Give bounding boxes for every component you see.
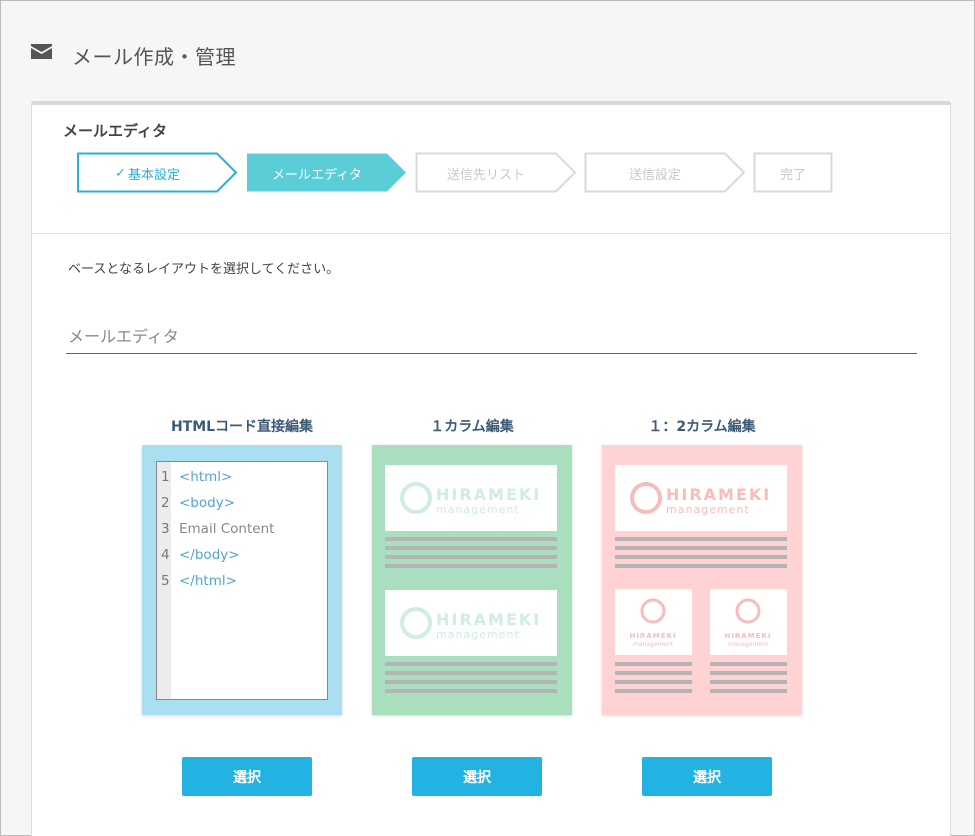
page-title: メール作成・管理: [72, 45, 236, 69]
hirameki-logo: HIRAMEKI management: [385, 465, 557, 531]
step-send-settings-label: 送信設定: [628, 167, 681, 183]
step-recipient-list-label: 送信先リスト: [446, 167, 525, 183]
select-button-one-column[interactable]: 選択: [412, 757, 542, 796]
section-title: メールエディタ: [68, 327, 179, 346]
svg-text:HIRAMEKI: HIRAMEKI: [666, 485, 771, 504]
layout-thumb-html[interactable]: 1 <html> 2 <body> 3 Email Content 4 </body> …: [142, 445, 342, 715]
code-line: 5 </html>: [161, 573, 237, 589]
hirameki-logo-small: HIRAMEKI management: [615, 589, 692, 655]
select-button-html[interactable]: 選択: [182, 757, 312, 796]
layout-label-one-column: １カラム編集: [430, 419, 514, 435]
check-icon: ✓: [115, 165, 126, 181]
mail-icon: [31, 44, 52, 59]
step-basic-settings-label: ✓ 基本設定: [115, 165, 180, 183]
page-header: メール作成・管理: [1, 1, 975, 101]
svg-text:management: management: [666, 503, 750, 516]
editor-card: メールエディタ ✓ 基本設定 メールエディタ 送信先リスト 送信設定 完了 ベー…: [31, 101, 951, 836]
card-divider: [32, 233, 950, 234]
step-mail-editor-label: メールエディタ: [271, 167, 363, 183]
svg-text:management: management: [633, 641, 674, 648]
svg-text:HIRAMEKI: HIRAMEKI: [629, 632, 676, 640]
instruction-text: ベースとなるレイアウトを選択してください。: [68, 262, 340, 277]
svg-text:HIRAMEKI: HIRAMEKI: [436, 485, 541, 504]
svg-text:management: management: [436, 628, 520, 641]
layout-thumb-one-two-column[interactable]: HIRAMEKI management HIRAMEKI management …: [602, 445, 802, 715]
svg-text:HIRAMEKI: HIRAMEKI: [436, 610, 541, 629]
code-line: 1 <html>: [161, 469, 233, 485]
code-line: 4 </body>: [161, 547, 240, 563]
svg-text:management: management: [728, 641, 769, 648]
layout-label-html: HTMLコード直接編集: [170, 419, 314, 435]
code-editor-preview: 1 <html> 2 <body> 3 Email Content 4 </body> …: [156, 461, 328, 700]
hirameki-logo: HIRAMEKI management: [615, 465, 787, 531]
section-underline: [66, 353, 917, 354]
code-line: 3 Email Content: [161, 521, 275, 537]
svg-text:HIRAMEKI: HIRAMEKI: [724, 632, 771, 640]
step-complete-label: 完了: [779, 167, 806, 183]
select-button-one-two-column[interactable]: 選択: [642, 757, 772, 796]
code-line: 2 <body>: [161, 495, 236, 511]
layout-thumb-one-column[interactable]: HIRAMEKI management HIRAMEKI management: [372, 445, 572, 715]
layout-label-one-two-column: １：2カラム編集: [648, 419, 756, 435]
hirameki-logo: HIRAMEKI management: [385, 590, 557, 656]
svg-text:management: management: [436, 503, 520, 516]
hirameki-logo-small: HIRAMEKI management: [710, 589, 787, 655]
